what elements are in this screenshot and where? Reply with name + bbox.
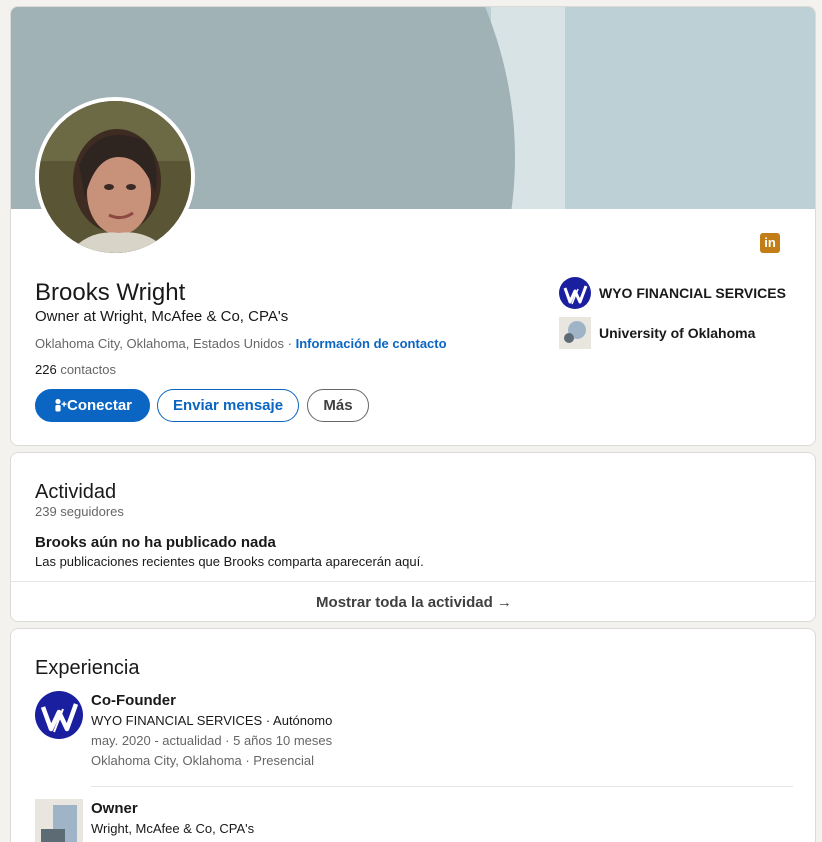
connect-button-label: Conectar [66, 397, 133, 414]
contact-info-link[interactable]: Información de contacto [296, 336, 447, 351]
university-logo-icon [559, 317, 591, 349]
more-button[interactable]: Más [307, 389, 369, 422]
experience-location: Oklahoma City, Oklahoma · Presencial [91, 753, 315, 768]
company-logo-icon[interactable] [35, 799, 83, 842]
profile-name: Brooks Wright [35, 279, 186, 306]
profile-headline: Owner at Wright, McAfee & Co, CPA's [35, 308, 289, 325]
education-link[interactable]: University of Oklahoma [559, 317, 755, 349]
current-company-link[interactable]: WYO FINANCIAL SERVICES [559, 277, 786, 309]
show-all-activity-link[interactable]: Mostrar toda la actividad → [11, 594, 815, 611]
profile-location-line: Oklahoma City, Oklahoma, Estados Unidos … [35, 336, 447, 351]
message-button[interactable]: Enviar mensaje [157, 389, 299, 422]
experience-title: Experiencia [35, 657, 140, 679]
followers-count[interactable]: 239 seguidores [35, 504, 124, 519]
wyo-logo-icon [559, 277, 591, 309]
connections-count[interactable]: 226 contactos [35, 362, 116, 377]
experience-details: Co-Founder WYO FINANCIAL SERVICES · Autó… [91, 691, 332, 771]
experience-dates: may. 2020 - actualidad · 5 años 10 meses [91, 733, 333, 748]
education-name: University of Oklahoma [599, 325, 756, 341]
activity-divider [11, 581, 815, 582]
activity-title: Actividad [35, 481, 117, 503]
profile-card: in Brooks Wright Owner at Wright, McAfee… [10, 6, 816, 446]
activity-card: Actividad 239 seguidores Brooks aún no h… [10, 452, 816, 622]
wyo-logo-icon[interactable] [35, 691, 83, 739]
connections-label: contactos [60, 362, 116, 377]
experience-divider [91, 786, 793, 787]
add-person-icon [55, 398, 67, 412]
connections-number: 226 [35, 362, 57, 377]
no-posts-title: Brooks aún no ha publicado nada [35, 534, 276, 551]
current-company-name: WYO FINANCIAL SERVICES [599, 285, 786, 301]
linkedin-icon[interactable]: in [760, 233, 780, 253]
profile-location: Oklahoma City, Oklahoma, Estados Unidos [35, 336, 285, 351]
experience-role[interactable]: Co-Founder [91, 691, 332, 711]
experience-company: WYO FINANCIAL SERVICES · Autónomo [91, 713, 333, 728]
profile-photo[interactable] [35, 97, 195, 257]
location-separator: · [284, 336, 296, 351]
experience-role[interactable]: Owner [91, 799, 254, 819]
experience-details: Owner Wright, McAfee & Co, CPA's [91, 799, 254, 839]
profile-photo-image [39, 101, 191, 253]
experience-card: Experiencia Co-Founder WYO FINANCIAL SER… [10, 628, 816, 842]
connect-button[interactable]: Conectar [35, 389, 150, 422]
no-posts-subtitle: Las publicaciones recientes que Brooks c… [35, 554, 424, 569]
experience-company: Wright, McAfee & Co, CPA's [91, 821, 255, 836]
